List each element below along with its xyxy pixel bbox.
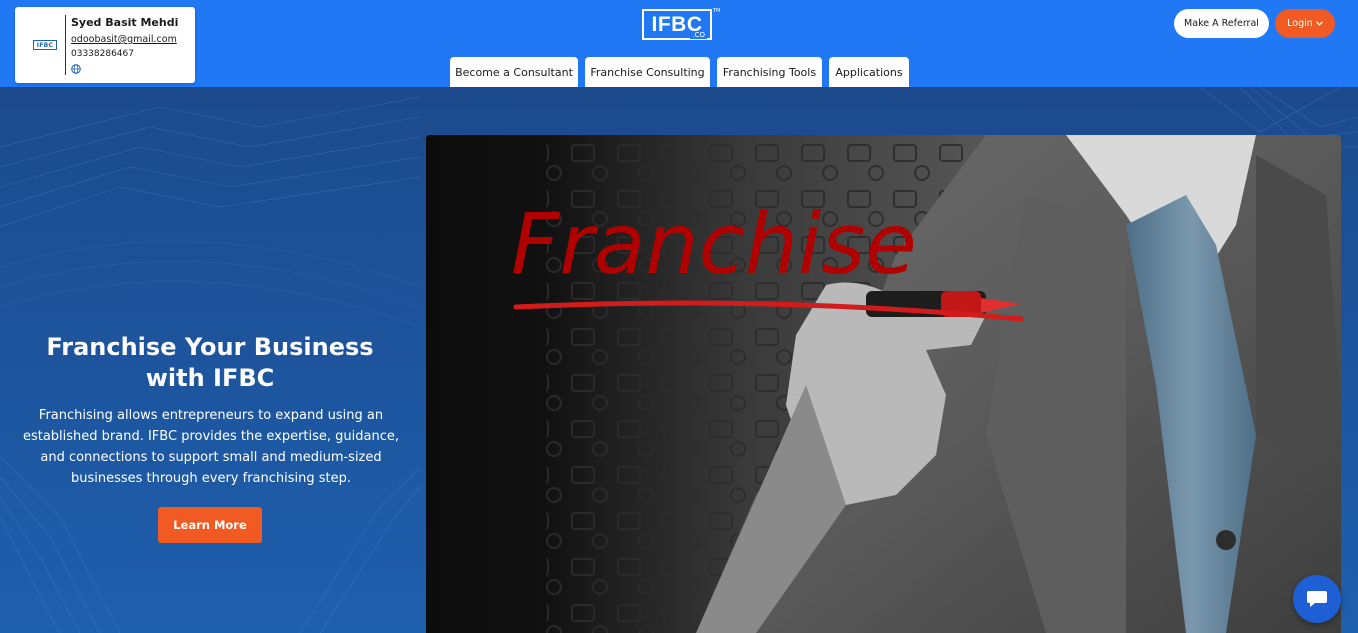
- hero-title-line-2: with IFBC: [145, 364, 275, 392]
- hero-section: Franchise Your Business with IFBC Franch…: [0, 87, 1358, 633]
- globe-icon[interactable]: [71, 64, 81, 74]
- chevron-down-icon: [1315, 21, 1323, 26]
- card-logo: IFBC: [33, 40, 57, 50]
- contact-card: IFBC Syed Basit Mehdi odoobasit@gmail.co…: [15, 7, 195, 83]
- login-button[interactable]: Login: [1275, 9, 1335, 38]
- hero-title-line-1: Franchise Your Business: [46, 333, 374, 361]
- make-referral-button[interactable]: Make A Referral: [1174, 9, 1269, 38]
- chat-button[interactable]: [1293, 575, 1341, 623]
- tab-franchising-tools[interactable]: Franchising Tools: [717, 57, 822, 87]
- tab-franchise-consulting[interactable]: Franchise Consulting: [585, 57, 710, 87]
- franchise-photo: Franchise: [426, 135, 1341, 633]
- franchise-marker-text: Franchise: [511, 195, 917, 293]
- contact-name: Syed Basit Mehdi: [71, 16, 179, 29]
- chat-bubble-icon: [1307, 591, 1327, 607]
- card-divider: [65, 15, 66, 75]
- logo-trademark: TM: [713, 8, 721, 14]
- contact-phone: 03338286467: [71, 49, 134, 59]
- top-bar: IFBC Syed Basit Mehdi odoobasit@gmail.co…: [0, 0, 1358, 87]
- contact-email-link[interactable]: odoobasit@gmail.com: [71, 34, 177, 45]
- ifbc-logo[interactable]: IFBC .CO: [642, 9, 712, 40]
- login-label: Login: [1287, 18, 1313, 29]
- learn-more-button[interactable]: Learn More: [158, 507, 262, 543]
- hero-description: Franchising allows entrepreneurs to expa…: [22, 408, 400, 486]
- hero-title: Franchise Your Business with IFBC: [0, 332, 420, 394]
- hero-image-franchise: Franchise: [426, 135, 1341, 633]
- tab-applications[interactable]: Applications: [829, 57, 909, 87]
- logo-domain: .CO: [690, 31, 707, 39]
- tab-become-a-consultant[interactable]: Become a Consultant: [450, 57, 578, 87]
